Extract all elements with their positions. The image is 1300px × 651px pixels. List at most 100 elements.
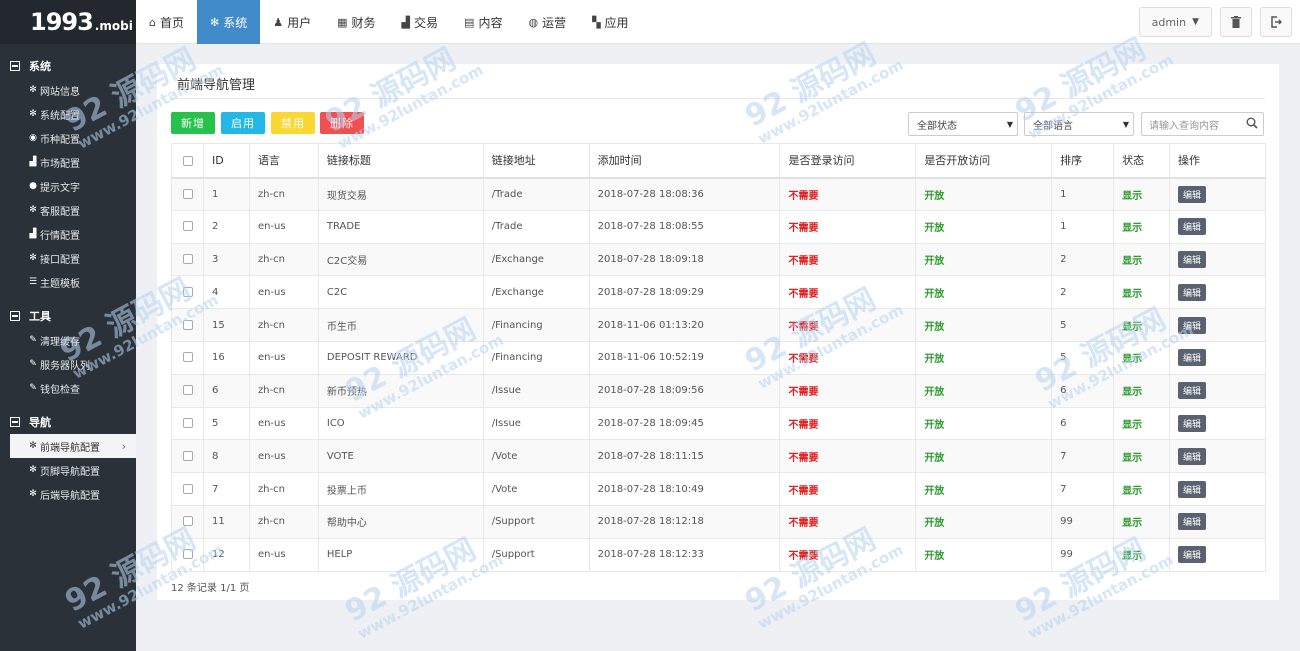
cell-value: 5 (1060, 352, 1067, 364)
delete-button[interactable]: 删除 (320, 112, 364, 134)
cell-time: 2018-07-28 18:08:55 (588, 209, 781, 244)
sidebar-item[interactable]: ✎ 钱包检查 (0, 376, 136, 400)
row-checkbox[interactable] (183, 483, 193, 494)
cell-open: 开放 (915, 537, 1053, 572)
nav-tab[interactable]: ▟ 交易 (389, 0, 451, 44)
sidebar-item[interactable]: ● 提示文字 (0, 174, 136, 198)
nav-tab[interactable]: ♟ 用户 (260, 0, 324, 44)
row-checkbox[interactable] (183, 450, 193, 461)
edit-button[interactable]: 编辑 (1178, 349, 1207, 367)
row-select-cell (171, 242, 204, 277)
sidebar-item[interactable]: ✎ 清理缓存 (0, 328, 136, 352)
nav-tab[interactable]: ◍ 运营 (515, 0, 579, 44)
row-checkbox[interactable] (183, 516, 193, 527)
status-filter-select[interactable]: 全部状态 ▼ (908, 112, 1018, 136)
cell-lang: en-us (248, 209, 319, 244)
nav-tab[interactable]: ⌂ 首页 (136, 0, 197, 44)
language-filter-select[interactable]: 全部语言 ▼ (1024, 112, 1134, 136)
user-menu-button[interactable]: admin ▼ (1138, 7, 1212, 37)
sidebar-item[interactable]: ◉ 币种配置 (0, 126, 136, 150)
sidebar-item-label: 主题模板 (40, 278, 80, 290)
nav-tab[interactable]: ✻ 系统 (197, 0, 261, 44)
sidebar-item-label: 钱包检查 (40, 384, 80, 396)
sidebar-item[interactable]: ✻ 后端导航配置 (0, 482, 136, 506)
cell-value: 16 (211, 352, 225, 364)
row-checkbox[interactable] (183, 319, 193, 330)
edit-button[interactable]: 编辑 (1178, 218, 1207, 236)
row-checkbox[interactable] (183, 221, 193, 232)
sidebar-item-label: 页脚导航配置 (40, 466, 100, 478)
row-checkbox[interactable] (183, 253, 193, 264)
cell-value: en-us (257, 417, 286, 429)
edit-button[interactable]: 编辑 (1178, 185, 1207, 203)
sidebar-group-title[interactable]: 工具 (0, 304, 136, 328)
add-button[interactable]: 新增 (171, 112, 215, 134)
sidebar-group-title[interactable]: 导航 (0, 410, 136, 434)
edit-button[interactable]: 编辑 (1178, 546, 1207, 564)
sidebar-item[interactable]: ✻ 系统配置 (0, 102, 136, 126)
collapse-icon (10, 311, 20, 321)
group-title-label: 导航 (29, 416, 51, 429)
logout-button[interactable] (1260, 7, 1292, 37)
sidebar-group: 系统 ✻ 网站信息 ✻ 系统配置 ◉ 币种配置 ▟ 市场配置 ● 提示文字 ✻ 客服配置 ▟ 行情配置 ✻ 接口… (0, 54, 136, 294)
search-input[interactable]: 请输入查询内容 (1141, 112, 1264, 136)
row-select-cell (171, 439, 204, 474)
cell-title: HELP (317, 537, 484, 572)
sidebar-item-label: 接口配置 (40, 254, 80, 266)
row-checkbox[interactable] (183, 352, 193, 363)
sidebar-item[interactable]: ☰ 主题模板 (0, 270, 136, 294)
row-checkbox[interactable] (183, 286, 193, 297)
sidebar-item[interactable]: ✻ 客服配置 (0, 198, 136, 222)
cell-time: 2018-07-28 18:08:36 (588, 177, 781, 211)
cell-value: 币生币 (326, 321, 357, 333)
enable-button[interactable]: 启用 (221, 112, 265, 134)
cell-title: 现货交易 (317, 177, 484, 211)
cell-url: /Financing (482, 340, 590, 375)
edit-button[interactable]: 编辑 (1178, 414, 1207, 432)
cell-value: 开放 (924, 518, 945, 530)
edit-button[interactable]: 编辑 (1178, 447, 1207, 465)
sidebar-item[interactable]: ✻ 前端导航配置 › (10, 434, 136, 458)
row-checkbox[interactable] (183, 417, 193, 428)
chevron-right-icon: › (121, 439, 126, 453)
cell-value: /Support (491, 516, 535, 528)
sidebar-item[interactable]: ✻ 接口配置 (0, 246, 136, 270)
sidebar-item[interactable]: ▟ 行情配置 (0, 222, 136, 246)
edit-button[interactable]: 编辑 (1178, 316, 1207, 334)
edit-button[interactable]: 编辑 (1178, 513, 1207, 531)
nav-tab[interactable]: ▚ 应用 (579, 0, 641, 44)
row-checkbox[interactable] (183, 549, 193, 560)
cell-value: C2C交易 (326, 255, 368, 267)
select-all-checkbox[interactable] (183, 155, 193, 166)
edit-button[interactable]: 编辑 (1178, 250, 1207, 268)
sidebar-item[interactable]: ✎ 服务器队列 (0, 352, 136, 376)
cell-value: 2018-07-28 18:10:49 (597, 483, 704, 495)
edit-button[interactable]: 编辑 (1178, 382, 1207, 400)
cell-value: zh-cn (257, 516, 285, 528)
sidebar-item[interactable]: ✻ 网站信息 (0, 78, 136, 102)
disable-button[interactable]: 禁用 (271, 112, 315, 134)
cell-title: TRADE (317, 209, 484, 244)
nav-tab[interactable]: ▦ 财务 (324, 0, 388, 44)
nav-tab[interactable]: ▤ 内容 (451, 0, 515, 44)
cell-lang: zh-cn (248, 373, 319, 408)
logo[interactable]: 1993 .mobi (0, 0, 136, 44)
cell-value: 开放 (924, 255, 945, 267)
cell-id: 15 (202, 308, 250, 342)
group-title-label: 系统 (29, 60, 51, 73)
cell-login: 不需要 (779, 242, 917, 277)
cell-actions: 编辑 (1169, 504, 1266, 539)
cell-title: VOTE (317, 439, 484, 474)
cell-status: 显示 (1113, 504, 1171, 539)
search-icon[interactable] (1246, 117, 1258, 129)
clear-cache-button[interactable] (1220, 7, 1252, 37)
sidebar-group: 工具 ✎ 清理缓存 ✎ 服务器队列 ✎ 钱包检查 (0, 304, 136, 400)
sidebar-group-title[interactable]: 系统 (0, 54, 136, 78)
sidebar-item[interactable]: ▟ 市场配置 (0, 150, 136, 174)
cell-value: 5 (211, 417, 219, 429)
edit-button[interactable]: 编辑 (1178, 480, 1207, 498)
sidebar-item[interactable]: ✻ 页脚导航配置 (0, 458, 136, 482)
row-checkbox[interactable] (183, 385, 193, 396)
edit-button[interactable]: 编辑 (1178, 283, 1207, 301)
row-checkbox[interactable] (183, 188, 193, 199)
